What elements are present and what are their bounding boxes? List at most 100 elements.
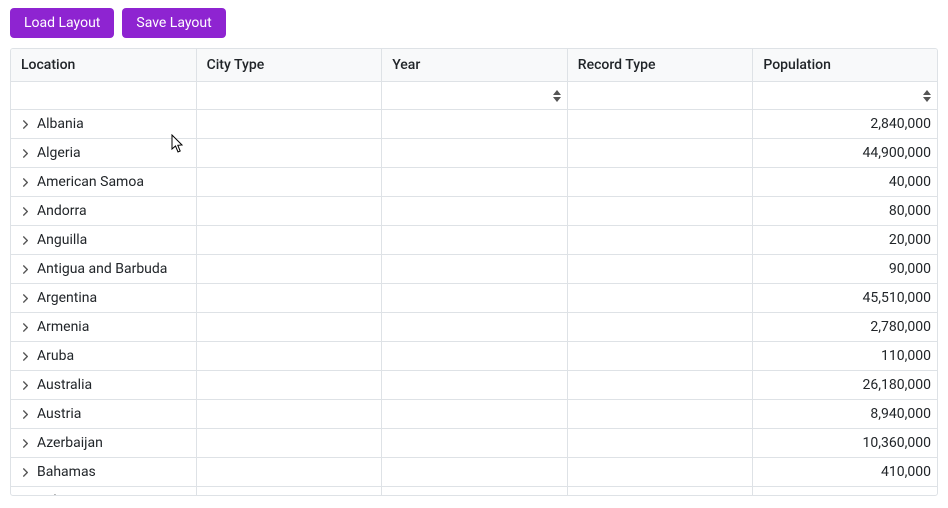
cell-population: 110,000 [753, 342, 937, 370]
column-header-location[interactable]: Location [11, 49, 197, 81]
location-label: Algeria [37, 145, 81, 161]
cell-location[interactable]: Argentina [11, 284, 197, 312]
cell-record-type [568, 429, 754, 457]
cell-city-type [197, 168, 383, 196]
load-layout-button[interactable]: Load Layout [10, 8, 114, 38]
cell-year [382, 110, 568, 138]
cell-location[interactable]: Azerbaijan [11, 429, 197, 457]
cell-year [382, 284, 568, 312]
cell-record-type [568, 487, 754, 495]
cell-location[interactable]: Antigua and Barbuda [11, 255, 197, 283]
chevron-right-icon[interactable] [19, 379, 31, 391]
cell-population: 26,180,000 [753, 371, 937, 399]
cell-location[interactable]: Albania [11, 110, 197, 138]
chevron-right-icon[interactable] [19, 437, 31, 449]
chevron-right-icon[interactable] [19, 466, 31, 478]
toolbar: Load Layout Save Layout [10, 8, 938, 38]
cell-population: 2,840,000 [753, 110, 937, 138]
cell-city-type [197, 487, 383, 495]
cell-location[interactable]: Andorra [11, 197, 197, 225]
spinner-up-icon[interactable] [553, 90, 561, 95]
chevron-right-icon[interactable] [19, 321, 31, 333]
table-row: Bahamas 410,000 [11, 458, 937, 487]
table-row: Antigua and Barbuda 90,000 [11, 255, 937, 284]
table-row: Albania 2,840,000 [11, 110, 937, 139]
column-header-record-type[interactable]: Record Type [568, 49, 754, 81]
cell-year [382, 371, 568, 399]
cell-year [382, 429, 568, 457]
cell-city-type [197, 110, 383, 138]
cell-location[interactable]: American Samoa [11, 168, 197, 196]
cell-record-type [568, 168, 754, 196]
cell-population: 90,000 [753, 255, 937, 283]
cell-population: 40,000 [753, 168, 937, 196]
cell-city-type [197, 284, 383, 312]
chevron-right-icon[interactable] [19, 292, 31, 304]
filter-input-year[interactable] [386, 85, 553, 106]
chevron-right-icon[interactable] [19, 408, 31, 420]
table-row: Australia 26,180,000 [11, 371, 937, 400]
cell-year [382, 458, 568, 486]
table-row: Aruba 110,000 [11, 342, 937, 371]
cell-population: 20,000 [753, 226, 937, 254]
column-header-year[interactable]: Year [382, 49, 568, 81]
cell-city-type [197, 313, 383, 341]
filter-input-location[interactable] [15, 85, 192, 106]
cell-location[interactable]: Bahrain [11, 487, 197, 495]
filter-input-population[interactable] [757, 85, 923, 106]
filter-cell-population [753, 82, 937, 109]
cell-record-type [568, 342, 754, 370]
cell-city-type [197, 371, 383, 399]
spinner-down-icon[interactable] [553, 97, 561, 102]
cell-location[interactable]: Bahamas [11, 458, 197, 486]
cell-city-type [197, 226, 383, 254]
filter-input-city-type[interactable] [201, 85, 378, 106]
cell-population: 45,510,000 [753, 284, 937, 312]
cell-location[interactable]: Austria [11, 400, 197, 428]
data-grid: Location City Type Year Record Type Popu… [10, 48, 938, 496]
chevron-right-icon[interactable] [19, 234, 31, 246]
spinner-year [553, 89, 563, 103]
cell-city-type [197, 400, 383, 428]
table-row: Argentina 45,510,000 [11, 284, 937, 313]
chevron-right-icon[interactable] [19, 176, 31, 188]
filter-input-record-type[interactable] [572, 85, 749, 106]
cell-city-type [197, 197, 383, 225]
cell-city-type [197, 255, 383, 283]
spinner-down-icon[interactable] [923, 97, 931, 102]
cell-year [382, 168, 568, 196]
cell-record-type [568, 197, 754, 225]
save-layout-button[interactable]: Save Layout [122, 8, 225, 38]
grid-body[interactable]: Albania 2,840,000 Algeria 44,900,000 Ame… [11, 110, 937, 495]
chevron-right-icon[interactable] [19, 350, 31, 362]
location-label: Aruba [37, 348, 74, 364]
filter-cell-record-type [568, 82, 754, 109]
cell-population: 1,470,000 [753, 487, 937, 495]
location-label: Albania [37, 116, 84, 132]
cell-year [382, 139, 568, 167]
chevron-right-icon[interactable] [19, 263, 31, 275]
cell-population: 410,000 [753, 458, 937, 486]
location-label: Azerbaijan [37, 435, 103, 451]
cell-location[interactable]: Australia [11, 371, 197, 399]
cell-location[interactable]: Anguilla [11, 226, 197, 254]
chevron-right-icon[interactable] [19, 147, 31, 159]
chevron-right-icon[interactable] [19, 205, 31, 217]
location-label: American Samoa [37, 174, 144, 190]
filter-cell-year [382, 82, 568, 109]
cell-location[interactable]: Armenia [11, 313, 197, 341]
cell-record-type [568, 284, 754, 312]
chevron-right-icon[interactable] [19, 118, 31, 130]
cell-population: 8,940,000 [753, 400, 937, 428]
cell-location[interactable]: Algeria [11, 139, 197, 167]
column-header-population[interactable]: Population [753, 49, 937, 81]
grid-filter-row [11, 82, 937, 110]
spinner-up-icon[interactable] [923, 90, 931, 95]
table-row: American Samoa 40,000 [11, 168, 937, 197]
location-label: Austria [37, 406, 81, 422]
cell-location[interactable]: Aruba [11, 342, 197, 370]
location-label: Andorra [37, 203, 87, 219]
filter-cell-location [11, 82, 197, 109]
column-header-city-type[interactable]: City Type [197, 49, 383, 81]
location-label: Bahamas [37, 464, 96, 480]
